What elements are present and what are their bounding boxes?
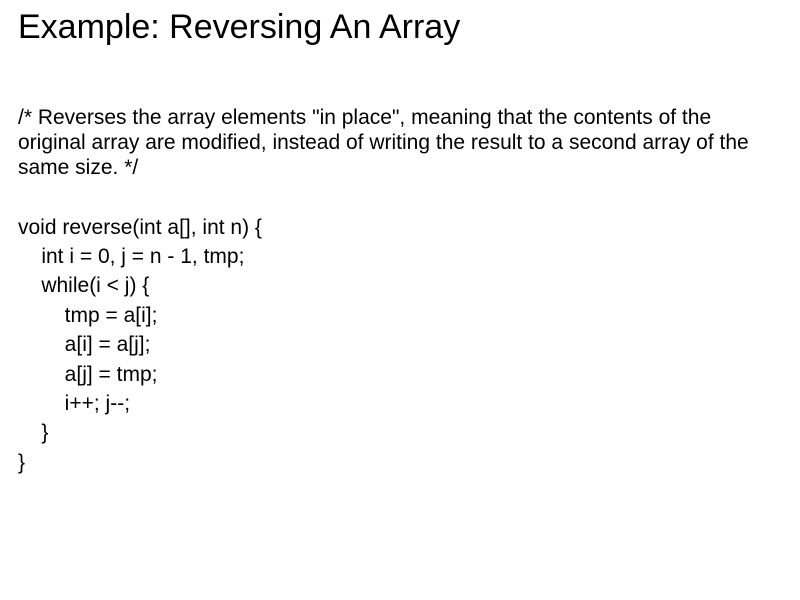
code-comment: /* Reverses the array elements "in place… — [18, 105, 782, 181]
slide-title: Example: Reversing An Array — [18, 8, 782, 47]
code-block: void reverse(int a[], int n) { int i = 0… — [18, 213, 782, 478]
slide: Example: Reversing An Array /* Reverses … — [0, 0, 800, 600]
